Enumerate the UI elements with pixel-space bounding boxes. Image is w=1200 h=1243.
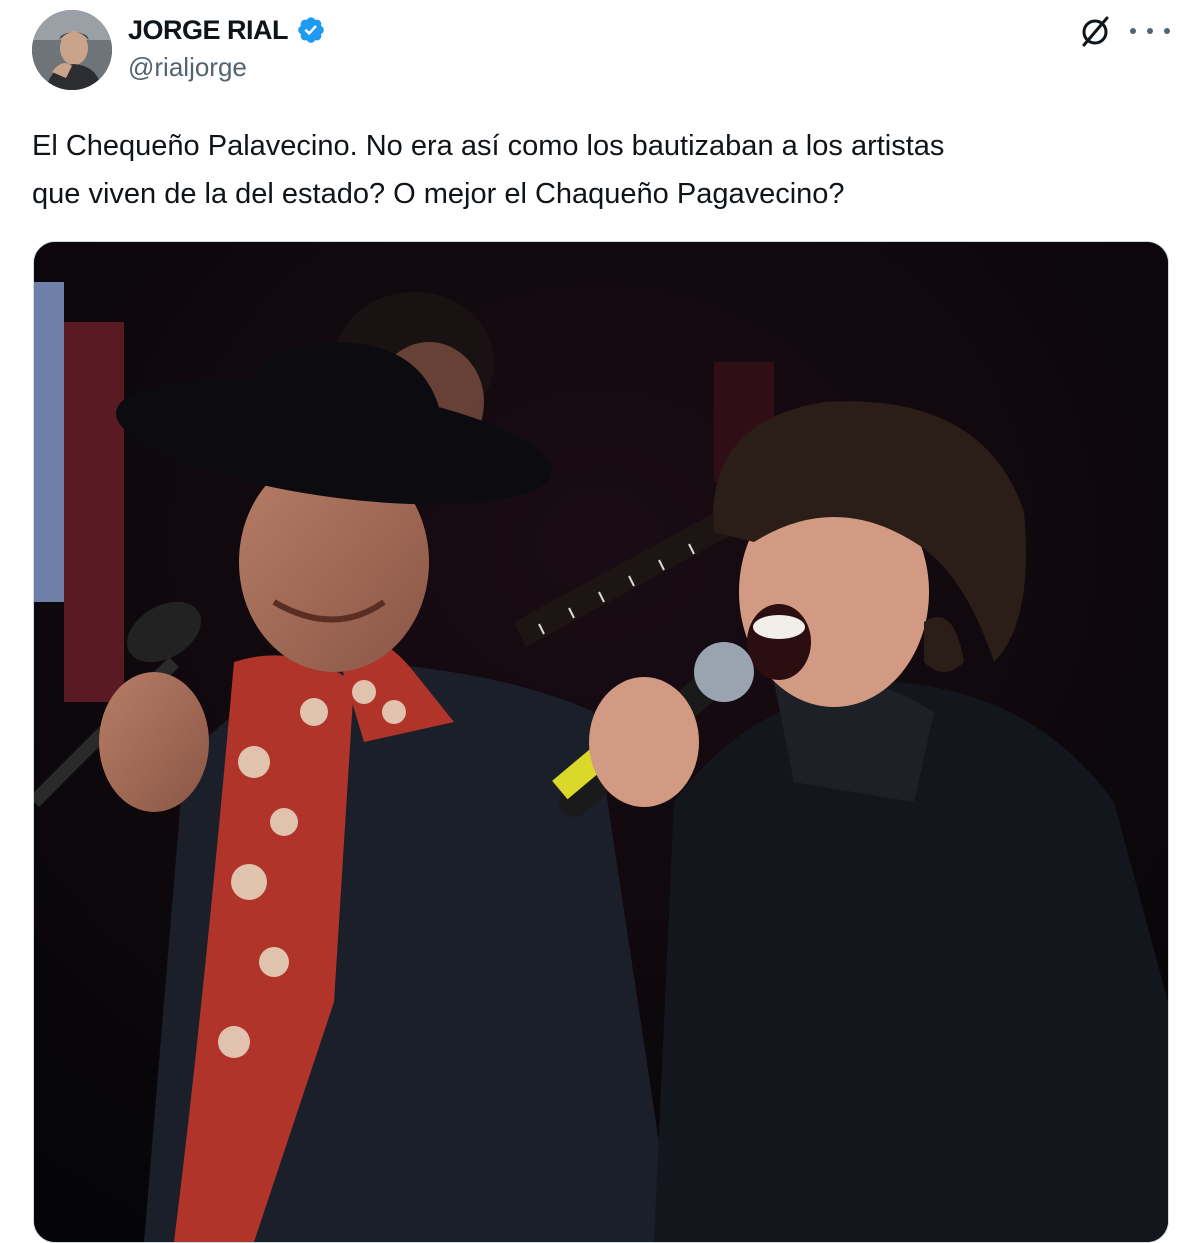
author-avatar[interactable] [32, 10, 112, 90]
tweet-text: El Chequeño Palavecino. No era así como … [32, 122, 1162, 218]
more-options-icon[interactable] [1130, 14, 1170, 48]
grok-icon[interactable] [1078, 14, 1112, 48]
tweet-text-line-1: El Chequeño Palavecino. No era así como … [32, 130, 945, 162]
tweet-text-line-2: que viven de la del estado? O mejor el C… [32, 178, 845, 210]
tweet-photo[interactable] [33, 241, 1169, 1243]
author-handle[interactable]: @rialjorge [128, 52, 326, 83]
verified-badge-icon[interactable] [296, 15, 326, 45]
author-display-name[interactable]: JORGE RIAL [128, 15, 289, 46]
author-info: JORGE RIAL @rialjorge [128, 12, 326, 83]
tweet-card: JORGE RIAL @rialjorge El Chequeño Palave… [0, 0, 1200, 1243]
